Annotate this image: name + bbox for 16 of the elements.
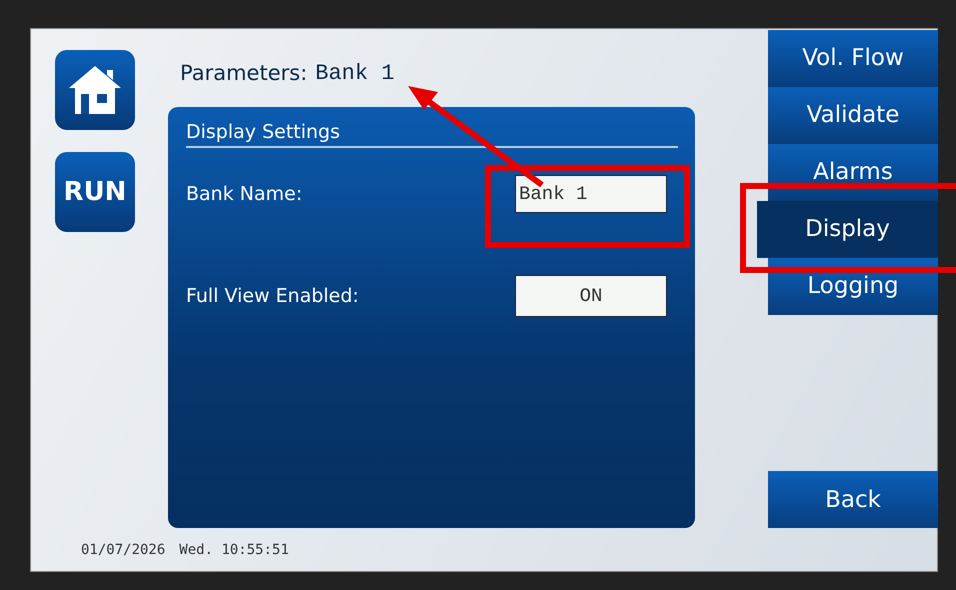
panel-title: Display Settings [186,121,678,148]
date-text: 01/07/2026 [81,542,166,558]
bank-title: Bank 1 [315,60,394,86]
screen-title: Parameters: [180,61,308,85]
setting-label: Bank Name: [186,183,302,205]
house-icon [67,64,123,116]
nav-tab[interactable]: Vol. Flow [768,30,938,87]
nav-tab[interactable]: Display [757,201,938,258]
home-button[interactable] [55,50,135,130]
bank-name-field[interactable]: Bank 1 [515,175,667,213]
back-button[interactable]: Back [768,471,938,528]
run-button[interactable]: RUN [55,152,135,232]
setting-label: Full View Enabled: [186,285,359,307]
day-time-text: Wed. 10:55:51 [179,542,289,558]
toggle-button[interactable]: ON [515,275,667,317]
nav-tab[interactable]: Validate [768,87,938,144]
